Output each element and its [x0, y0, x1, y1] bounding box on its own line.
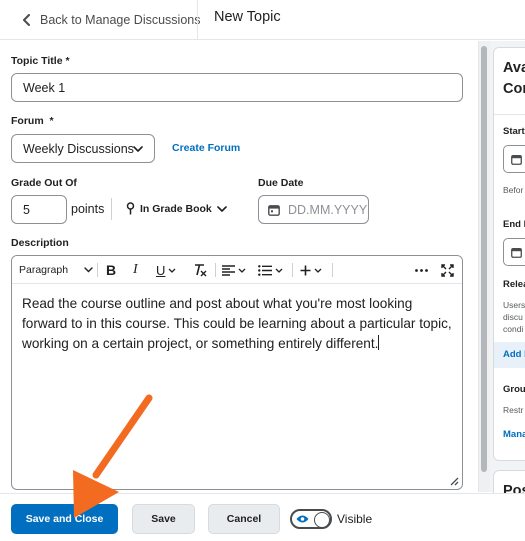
header-divider — [197, 0, 198, 40]
add-release-condition-button[interactable]: Add I — [494, 342, 525, 368]
align-left-icon — [222, 264, 235, 276]
grade-book-label: In Grade Book — [140, 202, 212, 215]
align-dropdown[interactable] — [222, 256, 246, 284]
editor-body-text: Read the course outline and post about w… — [22, 296, 452, 351]
bold-icon[interactable]: B — [106, 256, 116, 284]
underline-dropdown[interactable]: U — [156, 256, 176, 284]
groups-label: Grou — [503, 384, 525, 395]
toggle-knob — [314, 512, 330, 528]
bulleted-list-icon — [258, 264, 272, 276]
availability-heading-line2: Con — [503, 81, 525, 97]
pin-icon — [126, 202, 135, 215]
end-date-input[interactable] — [503, 238, 525, 266]
more-options-icon[interactable] — [415, 256, 428, 284]
forum-select[interactable]: Weekly Discussions — [11, 134, 155, 163]
grade-out-of-label: Grade Out Of — [11, 177, 77, 189]
text-caret — [378, 335, 380, 350]
list-dropdown[interactable] — [258, 256, 283, 284]
main-scrollbar-thumb[interactable] — [481, 46, 487, 472]
due-date-input[interactable]: DD.MM.YYYY — [258, 195, 369, 224]
topic-title-value: Week 1 — [23, 80, 66, 95]
calendar-icon — [511, 155, 522, 165]
page-header: Back to Manage Discussions New Topic — [0, 0, 525, 40]
grade-divider — [111, 198, 112, 220]
description-editor[interactable]: Paragraph B I U Read the course outline … — [11, 255, 463, 490]
release-text-line1: Users — [503, 300, 525, 310]
chevron-down-icon — [314, 268, 322, 273]
save-and-close-button[interactable]: Save and Close — [11, 504, 118, 534]
paragraph-style-label: Paragraph — [19, 264, 69, 276]
footer-bar: Save and Close Save Cancel Visible — [0, 493, 525, 541]
description-label: Description — [11, 237, 69, 249]
points-label: points — [71, 202, 105, 216]
save-button[interactable]: Save — [132, 504, 195, 534]
grade-value: 5 — [23, 202, 30, 217]
fullscreen-icon[interactable] — [441, 256, 454, 284]
release-text-line2: discu — [503, 312, 523, 322]
underline-icon: U — [156, 262, 166, 278]
start-date-input[interactable] — [503, 145, 525, 173]
chevron-down-icon — [238, 268, 246, 273]
plus-icon — [300, 265, 311, 275]
chevron-left-icon — [23, 14, 30, 26]
create-forum-link[interactable]: Create Forum — [172, 142, 240, 154]
toolbar-divider — [215, 263, 216, 277]
editor-toolbar: Paragraph B I U — [12, 256, 462, 284]
due-date-label: Due Date — [258, 177, 304, 189]
visible-label: Visible — [337, 512, 373, 526]
paragraph-style-dropdown[interactable]: Paragraph — [19, 256, 93, 284]
release-conditions-label: Relea — [503, 279, 525, 290]
availability-card: Ava Con Start Befor End D Relea Users di… — [493, 47, 525, 461]
chevron-down-icon — [275, 268, 283, 273]
chevron-down-icon — [84, 267, 93, 273]
release-text-line3: condi — [503, 324, 524, 334]
due-date-placeholder: DD.MM.YYYY — [288, 202, 368, 217]
calendar-icon — [511, 248, 522, 258]
availability-heading-line1: Ava — [503, 60, 525, 76]
visibility-toggle[interactable] — [290, 509, 332, 529]
back-to-manage-discussions-link[interactable]: Back to Manage Discussions — [22, 10, 201, 30]
topic-title-input[interactable]: Week 1 — [11, 73, 463, 102]
clear-format-icon[interactable] — [192, 256, 207, 284]
editor-content[interactable]: Read the course outline and post about w… — [22, 294, 454, 354]
eye-icon — [296, 515, 309, 523]
calendar-icon — [268, 204, 280, 216]
start-date-label: Start — [503, 126, 525, 137]
toolbar-divider — [292, 263, 293, 277]
insert-dropdown[interactable] — [300, 256, 322, 284]
chevron-down-icon — [216, 205, 227, 212]
chevron-down-icon — [168, 268, 176, 273]
toolbar-divider — [332, 263, 333, 277]
forum-label: Forum * — [11, 115, 54, 127]
grade-book-dropdown[interactable]: In Grade Book — [126, 202, 227, 215]
card-divider — [494, 114, 525, 115]
italic-icon[interactable]: I — [133, 256, 138, 284]
manage-restrictions-link[interactable]: Mana — [503, 429, 525, 440]
groups-note: Restr — [503, 405, 524, 415]
chevron-down-icon — [133, 145, 143, 152]
back-link-label: Back to Manage Discussions — [40, 13, 201, 27]
cancel-button[interactable]: Cancel — [208, 504, 280, 534]
add-release-condition-label: Add I — [503, 349, 525, 360]
end-date-label: End D — [503, 219, 525, 230]
grade-out-of-input[interactable]: 5 — [11, 195, 67, 224]
toolbar-divider — [97, 263, 98, 277]
resize-handle-icon[interactable] — [449, 476, 459, 486]
page-title: New Topic — [214, 9, 281, 25]
topic-title-label: Topic Title * — [11, 55, 70, 67]
forum-select-value: Weekly Discussions — [23, 141, 134, 156]
start-date-note: Befor — [503, 185, 524, 195]
